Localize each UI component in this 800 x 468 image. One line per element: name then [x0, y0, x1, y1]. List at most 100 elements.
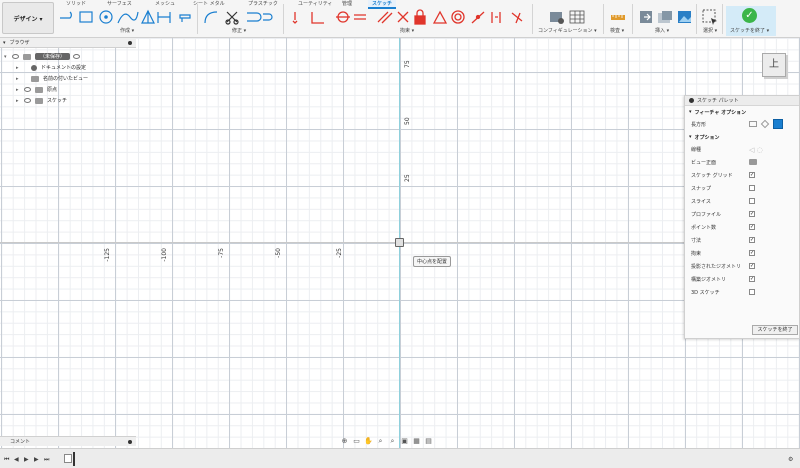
slice-checkbox[interactable]: [749, 198, 755, 204]
collapse-arrow-icon[interactable]: ▾: [689, 109, 692, 115]
step-forward-icon[interactable]: ▶: [34, 456, 39, 463]
tab-mesh[interactable]: メッシュ: [155, 0, 175, 7]
constraints-checkbox[interactable]: ✓: [749, 250, 755, 256]
browser-root-item[interactable]: ▾ （未保存）: [4, 52, 81, 61]
browser-panel-header[interactable]: ▾ ブラウザ: [0, 38, 136, 48]
points-checkbox[interactable]: ✓: [749, 224, 755, 230]
group-insert[interactable]: 挿入 ▾: [655, 27, 669, 34]
look-at-icon[interactable]: [749, 159, 757, 165]
option-projected-geometry[interactable]: 投影されたジオメトリ ✓: [685, 260, 799, 273]
browser-item-document-settings[interactable]: ▸ ドキュメントの設定: [16, 63, 86, 72]
modify-tools-icons[interactable]: [203, 9, 273, 25]
option-dimensions[interactable]: 寸法 ✓: [685, 234, 799, 247]
group-inspect[interactable]: 検査 ▾: [610, 27, 624, 34]
timeline-marker[interactable]: [73, 452, 75, 466]
orbit-icon[interactable]: ⊕: [340, 437, 349, 445]
construction-line-icon[interactable]: ◁ ◌: [749, 146, 763, 154]
browser-item-named-views[interactable]: ▸ 名前の付いたビュー: [16, 74, 88, 83]
option-label: 線種: [691, 147, 702, 153]
zoom-icon[interactable]: ⌕: [376, 437, 385, 445]
sketch-canvas[interactable]: 75 50 25 -125 -100 -75 -50 -25 中心点を配置 上: [0, 38, 800, 448]
tab-sketch[interactable]: スケッチ: [368, 0, 397, 9]
3d-sketch-checkbox[interactable]: [749, 289, 755, 295]
snap-checkbox[interactable]: [749, 185, 755, 191]
toolbar-divider: [632, 4, 633, 34]
display-settings-icon[interactable]: ▣: [400, 437, 409, 445]
tab-plastic[interactable]: プラスチック: [248, 0, 278, 7]
activate-icon[interactable]: [73, 54, 81, 59]
expand-arrow-icon[interactable]: ▸: [16, 76, 21, 82]
viewports-icon[interactable]: ▤: [424, 437, 433, 445]
origin-point-icon[interactable]: [395, 238, 404, 247]
tab-manage[interactable]: 管理: [342, 0, 352, 7]
finish-sketch-button[interactable]: スケッチを終了: [752, 325, 798, 335]
comments-panel-header[interactable]: コメント: [0, 436, 136, 446]
rectangle-3point-icon[interactable]: [760, 119, 770, 129]
zoom-window-icon[interactable]: ⌕: [388, 437, 397, 445]
expand-arrow-icon[interactable]: ▸: [16, 65, 21, 71]
group-constraints[interactable]: 拘束 ▾: [400, 27, 414, 34]
option-construction-geometry[interactable]: 構築ジオメトリ ✓: [685, 273, 799, 286]
visibility-eye-icon[interactable]: [24, 87, 31, 92]
options-section[interactable]: ▾ オプション: [685, 131, 799, 143]
expand-arrow-icon[interactable]: ▾: [4, 54, 9, 60]
rectangle-center-icon[interactable]: [773, 119, 783, 129]
select-icon[interactable]: [702, 9, 718, 25]
expand-arrow-icon[interactable]: ▸: [16, 87, 21, 93]
profile-checkbox[interactable]: ✓: [749, 211, 755, 217]
go-to-end-icon[interactable]: ⏭: [44, 456, 49, 464]
expand-arrow-icon[interactable]: ▸: [16, 98, 21, 104]
visibility-eye-icon[interactable]: [24, 98, 31, 103]
rectangle-2point-icon[interactable]: [749, 121, 757, 127]
tab-utility[interactable]: ユーティリティ: [298, 0, 332, 7]
group-select[interactable]: 選択 ▾: [703, 27, 717, 34]
browser-item-sketches[interactable]: ▸ スケッチ: [16, 96, 67, 105]
palette-header[interactable]: スケッチ パレット: [685, 96, 799, 106]
dimensions-checkbox[interactable]: ✓: [749, 237, 755, 243]
option-label: ビュー正面: [691, 160, 717, 166]
browser-item-origin[interactable]: ▸ 原点: [16, 85, 57, 94]
constraint-tools-icons[interactable]: [290, 9, 530, 25]
gear-icon[interactable]: ⚙: [788, 456, 793, 463]
option-profile[interactable]: プロファイル ✓: [685, 208, 799, 221]
checkmark-icon[interactable]: ✓: [742, 8, 757, 23]
sketch-grid-checkbox[interactable]: ✓: [749, 172, 755, 178]
feature-options-section[interactable]: ▾ フィーチャ オプション: [685, 106, 799, 118]
option-label: 3D スケッチ: [691, 290, 720, 296]
go-to-start-icon[interactable]: ⏮: [4, 456, 9, 464]
configuration-icons[interactable]: [548, 9, 588, 25]
option-slice[interactable]: スライス: [685, 195, 799, 208]
option-label: スナップ: [691, 186, 712, 192]
play-icon[interactable]: ▶: [24, 456, 29, 463]
projected-geometry-checkbox[interactable]: ✓: [749, 263, 755, 269]
view-cube[interactable]: 上: [762, 53, 786, 77]
option-3d-sketch[interactable]: 3D スケッチ: [685, 286, 799, 299]
visibility-eye-icon[interactable]: [12, 54, 19, 59]
tab-solid[interactable]: ソリッド: [66, 0, 86, 7]
group-configuration[interactable]: コンフィギュレーション ▾: [538, 27, 597, 34]
option-sketch-grid[interactable]: スケッチ グリッド ✓: [685, 169, 799, 182]
pan-icon[interactable]: ✋: [364, 437, 373, 445]
option-snap[interactable]: スナップ: [685, 182, 799, 195]
timeline-sketch-feature-icon[interactable]: [64, 454, 72, 463]
step-back-icon[interactable]: ◀: [14, 456, 19, 463]
workspace-switcher[interactable]: デザイン ▾: [2, 2, 54, 34]
option-constraints[interactable]: 拘束 ✓: [685, 247, 799, 260]
collapse-arrow-icon[interactable]: ▾: [689, 134, 692, 140]
timeline-bar: ⏮ ◀ ▶ ▶ ⏭ ⚙: [0, 448, 800, 468]
group-modify[interactable]: 修正 ▾: [232, 27, 246, 34]
insert-icons[interactable]: [638, 9, 694, 25]
create-tools-icons[interactable]: [58, 9, 200, 25]
collapse-arrow-icon[interactable]: ▾: [3, 40, 6, 46]
group-finish-sketch[interactable]: スケッチを終了 ▾: [730, 27, 769, 34]
panel-pin-icon[interactable]: [128, 41, 132, 45]
option-points[interactable]: ポイント数 ✓: [685, 221, 799, 234]
ribbon-toolbar: デザイン ▾ ソリッド サーフェス メッシュ シート メタル プラスチック ユー…: [0, 0, 800, 38]
measure-icon[interactable]: [610, 9, 626, 25]
tab-surface[interactable]: サーフェス: [107, 0, 132, 7]
grid-settings-icon[interactable]: ▦: [412, 437, 421, 445]
group-create[interactable]: 作成 ▾: [120, 27, 134, 34]
construction-geometry-checkbox[interactable]: ✓: [749, 276, 755, 282]
panel-pin-icon[interactable]: [128, 440, 132, 444]
look-at-icon[interactable]: ▭: [352, 437, 361, 445]
